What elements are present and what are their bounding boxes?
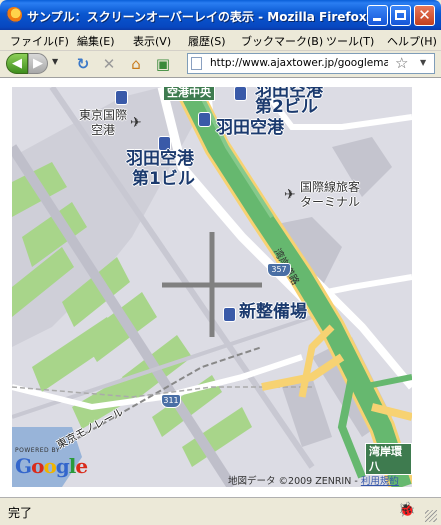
station-icon	[198, 112, 211, 127]
title-bar[interactable]: サンプル：スクリーンオーバーレイの表示 - Mozilla Firefox ✕	[0, 0, 441, 30]
label-terminal2-line2: 第2ビル	[255, 97, 318, 117]
map-canvas	[12, 87, 412, 487]
route-311-shield: 311	[161, 394, 181, 408]
powered-by-label: POWERED BY	[15, 447, 61, 454]
sign-wangan-ring: 湾岸環八	[365, 443, 412, 475]
menu-history[interactable]: 履歴(S)	[188, 33, 226, 49]
label-terminal1-line1: 羽田空港	[126, 149, 194, 169]
station-icon	[234, 87, 247, 101]
forward-button[interactable]: ▶	[28, 53, 48, 74]
back-button[interactable]: ◀	[6, 53, 28, 74]
map-copyright: 地図データ ©2009 ZENRIN - 利用規約	[228, 473, 399, 487]
status-bar: 完了 🐞	[0, 497, 441, 525]
google-map[interactable]: 空港中央 羽田空港 第2ビル 東京国際 空港 ✈ 羽田空港 羽田空港 第1ビル …	[12, 87, 412, 487]
close-icon: ✕	[418, 6, 431, 24]
stop-icon[interactable]: ✕	[100, 55, 118, 73]
firefox-icon	[6, 7, 22, 23]
label-intl-terminal-line2: ターミナル	[300, 195, 361, 209]
label-shin-seibijo: 新整備場	[239, 302, 307, 322]
addon-icon[interactable]: ▣	[154, 55, 172, 73]
resize-grip[interactable]	[425, 510, 437, 522]
route-357-shield: 357	[267, 263, 291, 277]
home-icon[interactable]: ⌂	[127, 55, 145, 73]
status-text: 完了	[8, 506, 33, 520]
menu-file[interactable]: ファイル(F)	[10, 33, 69, 49]
station-icon	[223, 307, 236, 322]
close-button[interactable]: ✕	[414, 5, 435, 26]
menu-view[interactable]: 表示(V)	[133, 33, 171, 49]
firebug-icon[interactable]: 🐞	[398, 502, 415, 518]
airport-plane-icon: ✈	[130, 115, 142, 131]
history-dropdown-icon[interactable]: ▼	[52, 57, 58, 66]
page-icon	[191, 57, 202, 70]
terms-of-use-link[interactable]: 利用規約	[361, 476, 399, 487]
copyright-text: 地図データ ©2009 ZENRIN -	[228, 476, 361, 487]
reload-icon[interactable]: ↻	[74, 55, 92, 73]
label-terminal1-line2: 第1ビル	[132, 169, 195, 189]
sign-airport-central: 空港中央	[163, 87, 215, 101]
menu-tools[interactable]: ツール(T)	[326, 33, 374, 49]
menu-edit[interactable]: 編集(E)	[77, 33, 115, 49]
google-logo[interactable]: Google	[15, 454, 88, 478]
navigation-toolbar: ◀ ▶ ▼ ↻ ✕ ⌂ ▣ http://www.ajaxtower.jp/go…	[0, 51, 441, 78]
label-tokyo-intl-line1: 東京国際	[79, 108, 128, 122]
browser-window: サンプル：スクリーンオーバーレイの表示 - Mozilla Firefox ✕ …	[0, 0, 441, 525]
maximize-icon	[395, 10, 406, 20]
maximize-button[interactable]	[390, 5, 411, 26]
menu-bar: ファイル(F) 編集(E) 表示(V) 履歴(S) ブックマーク(B) ツール(…	[0, 30, 441, 51]
label-haneda-airport: 羽田空港	[216, 118, 284, 138]
menu-bookmarks[interactable]: ブックマーク(B)	[241, 33, 323, 49]
airport-plane-icon: ✈	[284, 187, 296, 203]
back-icon: ◀	[12, 56, 22, 71]
label-tokyo-intl-line2: 空港	[91, 123, 116, 137]
bookmark-star-icon[interactable]: ☆	[395, 54, 408, 72]
url-text[interactable]: http://www.ajaxtower.jp/googlemaps	[210, 57, 388, 69]
minimize-button[interactable]	[367, 5, 388, 26]
minimize-icon	[373, 18, 381, 21]
url-dropdown-icon[interactable]: ▼	[420, 58, 426, 67]
forward-icon: ▶	[33, 56, 43, 71]
page-content: 空港中央 羽田空港 第2ビル 東京国際 空港 ✈ 羽田空港 羽田空港 第1ビル …	[0, 78, 441, 497]
window-title: サンプル：スクリーンオーバーレイの表示 - Mozilla Firefox	[27, 10, 367, 24]
menu-help[interactable]: ヘルプ(H)	[387, 33, 437, 49]
label-intl-terminal-line1: 国際線旅客	[300, 180, 361, 194]
url-bar[interactable]: http://www.ajaxtower.jp/googlemaps ☆ ▼	[187, 53, 435, 74]
station-icon	[115, 90, 128, 105]
